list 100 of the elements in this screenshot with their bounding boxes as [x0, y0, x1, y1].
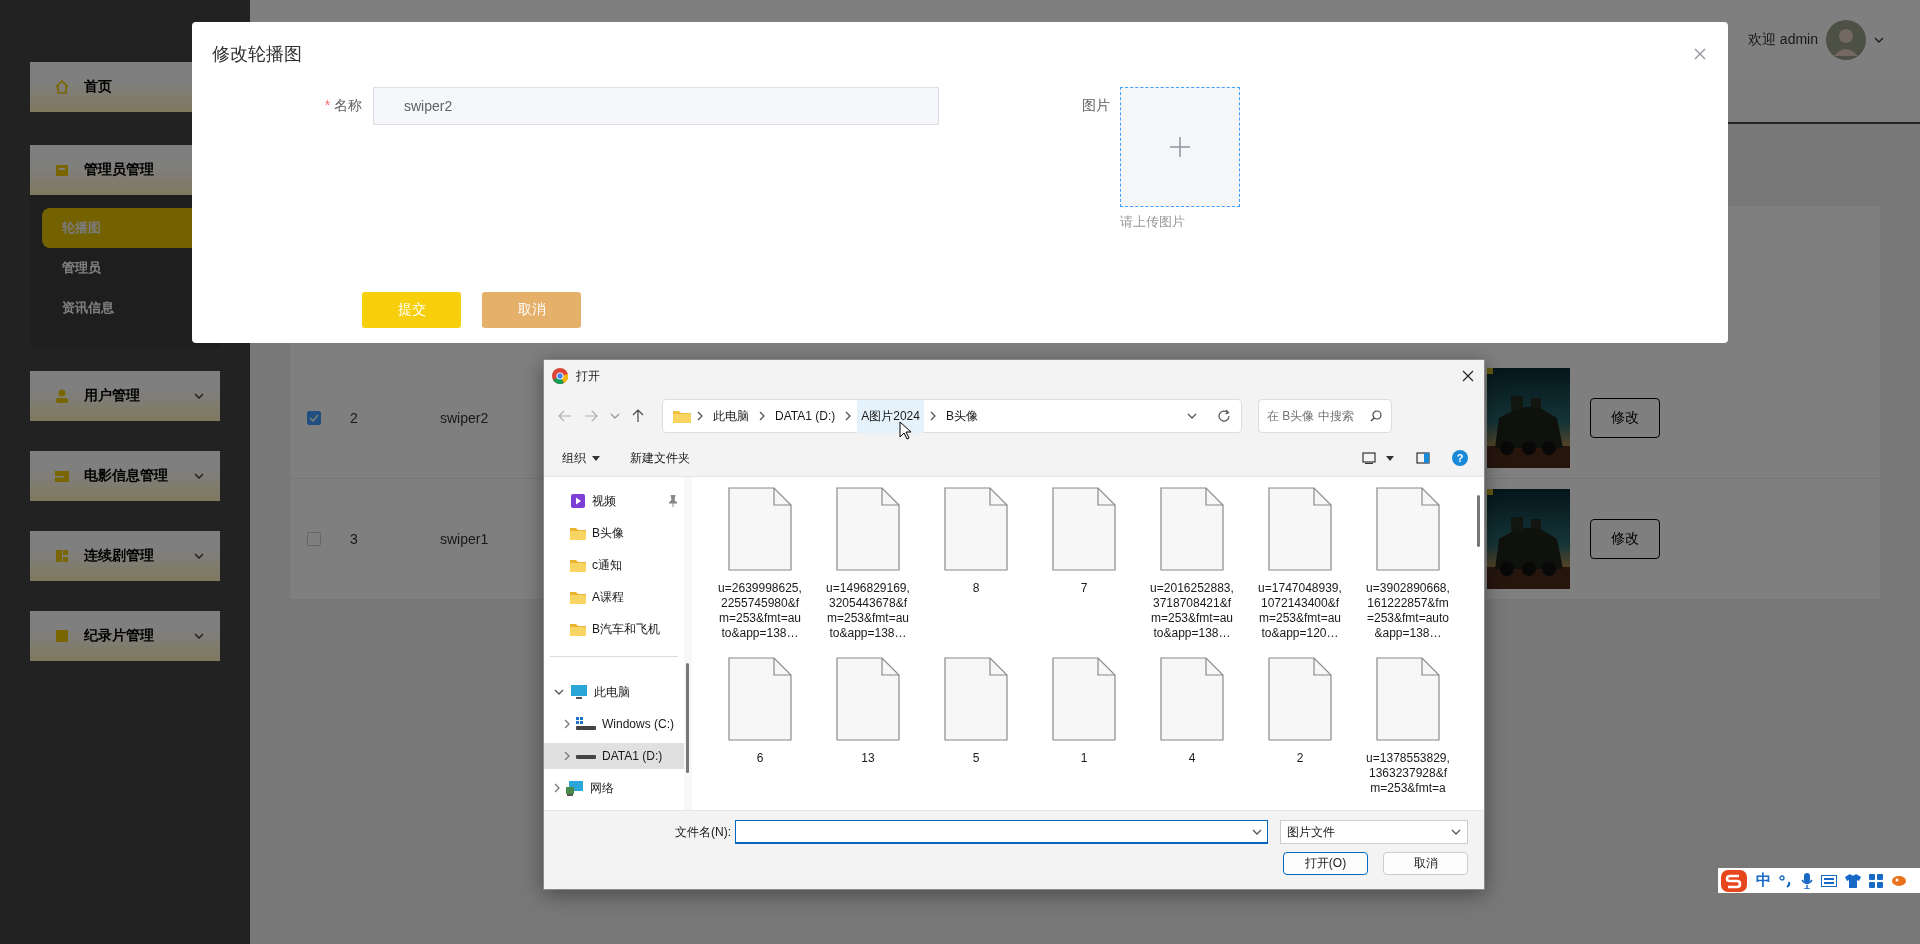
folder-icon [570, 622, 586, 636]
field-label: * 名称 [323, 96, 362, 115]
new-folder-button[interactable]: 新建文件夹 [626, 445, 694, 471]
folder-icon [570, 590, 586, 604]
file-icon [1052, 487, 1116, 571]
chevron-right-icon[interactable] [564, 719, 570, 729]
search-field[interactable]: 在 B头像 中搜索 [1258, 399, 1392, 433]
organize-button[interactable]: 组织 [558, 445, 604, 471]
plus-icon [1168, 135, 1192, 159]
video-icon [570, 493, 586, 509]
chevron-down-icon[interactable] [194, 473, 204, 479]
chevron-right-icon[interactable] [929, 411, 936, 421]
checkbox[interactable] [307, 411, 321, 425]
keyboard-icon[interactable] [1821, 874, 1837, 887]
breadcrumb[interactable]: 此电脑 [709, 399, 753, 433]
help-button[interactable]: ? [1452, 450, 1468, 466]
chevron-down-icon[interactable] [1252, 829, 1262, 835]
chevron-down-icon[interactable] [554, 689, 564, 695]
chevron-down-icon[interactable] [1187, 413, 1197, 419]
computer-icon [570, 684, 588, 700]
file-icon [836, 487, 900, 571]
chevron-down-icon[interactable] [194, 633, 204, 639]
file-item[interactable]: u=1378553829,1363237928&fm=253&fmt=a [1354, 657, 1462, 810]
chevron-down-icon[interactable] [194, 393, 204, 399]
hint-text: 请上传图片 [1120, 213, 1186, 231]
up-icon[interactable] [632, 409, 644, 423]
nav-item[interactable]: B汽车和飞机 [544, 616, 684, 642]
file-item[interactable]: 13 [814, 657, 922, 810]
menu-item[interactable]: 连续剧管理 [30, 531, 220, 581]
file-item[interactable]: u=2639998625,2255745980&fm=253&fmt=auto&app=138… [706, 487, 814, 657]
file-item[interactable]: 4 [1138, 657, 1246, 810]
open-button[interactable]: 打开(O) [1283, 852, 1368, 875]
edit-button[interactable]: 修改 [1590, 398, 1660, 438]
field-label: 文件名(N): [674, 823, 731, 841]
file-item[interactable]: 7 [1030, 487, 1138, 657]
file-icon [836, 657, 900, 741]
nav-item[interactable]: DATA1 (D:) [544, 743, 684, 769]
table-cell: swiper1 [440, 531, 489, 547]
shirt-icon[interactable] [1845, 873, 1861, 888]
table-cell: 3 [350, 531, 358, 547]
breadcrumb[interactable]: B头像 [941, 399, 982, 433]
file-item[interactable]: 8 [922, 487, 1030, 657]
cursor-icon [899, 421, 911, 440]
pane-icon[interactable] [1416, 452, 1430, 464]
scrollbar[interactable] [1477, 495, 1480, 547]
breadcrumb[interactable]: DATA1 (D:) [771, 401, 840, 431]
file-item[interactable]: u=3902890668,161222857&fm=253&fmt=auto&app=138… [1354, 487, 1462, 657]
nav-item[interactable]: 网络 [544, 775, 684, 801]
caret-icon[interactable] [1386, 455, 1394, 461]
name-field[interactable]: swiper2 [373, 87, 939, 125]
refresh-icon[interactable] [1217, 409, 1231, 423]
nav-item[interactable]: A课程 [544, 584, 684, 610]
greeting-text: 欢迎 admin [1747, 31, 1818, 49]
menu-item[interactable]: 用户管理 [30, 371, 220, 421]
view-icon[interactable] [1362, 452, 1376, 464]
menu-item[interactable]: 电影信息管理 [30, 451, 220, 501]
file-item[interactable]: u=2016252883,3718708421&fm=253&fmt=auto&app=138… [1138, 487, 1246, 657]
chevron-right-icon[interactable] [564, 751, 570, 761]
nav-item[interactable]: Windows (C:) [544, 711, 684, 737]
chevron-right-icon[interactable] [759, 411, 765, 421]
file-icon [1376, 487, 1440, 571]
panel-icon [54, 468, 70, 484]
logo-icon[interactable] [1720, 868, 1748, 893]
punctuation-icon[interactable] [1779, 873, 1793, 888]
nav-item[interactable]: c通知 [544, 552, 684, 578]
checkbox[interactable] [307, 532, 321, 546]
breadcrumb[interactable]: A图片2024 [857, 399, 924, 433]
edit-button[interactable]: 修改 [1590, 519, 1660, 559]
cancel-button[interactable]: 取消 [1383, 852, 1468, 875]
nav-item[interactable]: B头像 [544, 520, 684, 546]
chevron-down-icon[interactable] [1874, 37, 1884, 43]
network-icon [566, 780, 584, 796]
address-bar[interactable]: 此电脑 DATA1 (D:) A图片2024 B头像 [662, 399, 1242, 433]
menu-item[interactable]: 纪录片管理 [30, 611, 220, 661]
file-item[interactable]: 5 [922, 657, 1030, 810]
file-item[interactable]: 1 [1030, 657, 1138, 810]
scrollbar[interactable] [686, 663, 689, 773]
microphone-icon[interactable] [1801, 872, 1813, 889]
file-item[interactable]: u=1496829169,3205443678&fm=253&fmt=auto&app=138… [814, 487, 922, 657]
file-icon [944, 657, 1008, 741]
chevron-down-icon[interactable] [1451, 829, 1461, 835]
input-mode-toggle[interactable]: 中 [1756, 871, 1771, 890]
nav-item[interactable]: 此电脑 [544, 679, 684, 705]
filename-field[interactable] [735, 820, 1268, 844]
chevron-right-icon[interactable] [554, 783, 560, 793]
chevron-right-icon[interactable] [697, 411, 703, 421]
folder-icon [570, 558, 586, 572]
nav-item[interactable]: 视频 [544, 488, 684, 514]
chevron-right-icon[interactable] [845, 411, 852, 421]
box-icon [54, 162, 70, 178]
close-icon[interactable] [1462, 370, 1474, 382]
grid-icon[interactable] [1869, 873, 1883, 888]
file-item[interactable]: 2 [1246, 657, 1354, 810]
file-item[interactable]: u=1747048939,1072143400&fm=253&fmt=auto&app=120… [1246, 487, 1354, 657]
search-icon[interactable] [1370, 410, 1382, 422]
caret-icon [592, 455, 600, 461]
file-item[interactable]: 6 [706, 657, 814, 810]
chevron-down-icon[interactable] [194, 553, 204, 559]
file-type-select[interactable]: 图片文件 [1280, 820, 1468, 844]
table-cell: swiper2 [440, 410, 489, 426]
